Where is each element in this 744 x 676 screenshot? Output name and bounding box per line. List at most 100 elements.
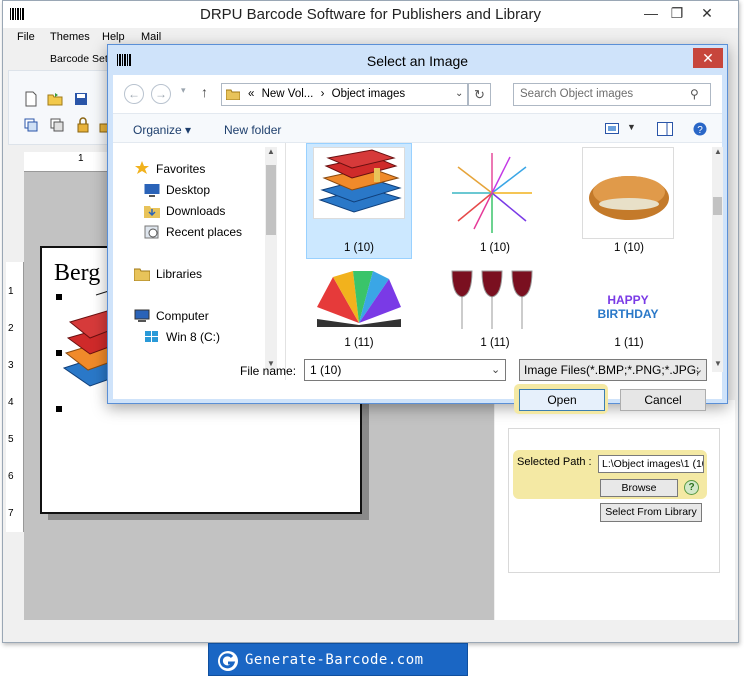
- browse-button[interactable]: Browse: [600, 479, 678, 497]
- open-button[interactable]: Open: [519, 389, 605, 411]
- maximize-button[interactable]: ❐: [663, 3, 691, 23]
- nav-scroll-thumb[interactable]: [266, 165, 276, 235]
- nav-libraries[interactable]: Libraries: [156, 267, 202, 281]
- file-thumbnail[interactable]: [446, 147, 538, 239]
- chevron-down-icon[interactable]: ⌄: [455, 88, 463, 99]
- chevron-down-icon[interactable]: ⌄: [491, 363, 500, 376]
- footer-text: Generate-Barcode.com: [245, 652, 424, 668]
- file-label[interactable]: 1 (10): [443, 242, 547, 254]
- search-icon[interactable]: ⚲: [690, 87, 699, 101]
- copy-icon[interactable]: [23, 117, 39, 133]
- organize-button[interactable]: Organize ▾: [133, 123, 191, 137]
- ruler-mark: 4: [8, 397, 14, 408]
- file-label[interactable]: 1 (10): [307, 242, 411, 254]
- preview-pane-icon[interactable]: [657, 122, 673, 136]
- refresh-icon[interactable]: ↻: [468, 83, 491, 106]
- file-scroll-thumb[interactable]: [713, 197, 722, 215]
- file-name-label: File name:: [240, 364, 297, 378]
- file-label[interactable]: 1 (11): [307, 337, 411, 349]
- file-thumbnail[interactable]: [582, 147, 674, 239]
- menu-help[interactable]: Help: [102, 31, 125, 43]
- chevron-down-icon[interactable]: ⌄: [694, 363, 703, 376]
- file-thumbnail[interactable]: [446, 265, 538, 335]
- star-icon: [135, 161, 149, 174]
- new-folder-button[interactable]: New folder: [224, 123, 281, 137]
- history-chevron-icon[interactable]: ▾: [181, 85, 186, 96]
- view-options-icon[interactable]: [605, 123, 619, 134]
- ruler-mark: 3: [8, 360, 14, 371]
- birthday-word: BIRTHDAY: [597, 307, 659, 321]
- file-label[interactable]: 1 (10): [577, 242, 681, 254]
- nav-recent-places[interactable]: Recent places: [166, 225, 242, 239]
- file-type-value: Image Files(*.BMP;*.PNG;*.JPG;: [524, 363, 700, 377]
- file-name-value: 1 (10): [310, 363, 342, 377]
- nav-win8-drive[interactable]: Win 8 (C:): [166, 330, 220, 344]
- file-label[interactable]: 1 (11): [577, 337, 681, 349]
- nav-favorites[interactable]: Favorites: [156, 162, 205, 176]
- file-type-select[interactable]: Image Files(*.BMP;*.PNG;*.JPG; ⌄: [519, 359, 707, 381]
- select-from-library-button[interactable]: Select From Library: [600, 503, 702, 522]
- desktop-icon: [144, 184, 160, 197]
- navigation-pane: Favorites Desktop Downloads Recent place…: [113, 143, 279, 380]
- nav-scrollbar[interactable]: ▲ ▼: [265, 147, 277, 372]
- search-input[interactable]: Search Object images ⚲: [513, 83, 711, 106]
- nav-computer[interactable]: Computer: [156, 309, 209, 323]
- back-arrow-icon[interactable]: ←: [124, 84, 144, 104]
- file-thumbnail[interactable]: HAPPY BIRTHDAY: [582, 289, 674, 333]
- file-name-input[interactable]: 1 (10) ⌄: [304, 359, 506, 381]
- horizontal-ruler: 1: [24, 152, 114, 172]
- croissant-sandwich-icon: [589, 176, 669, 220]
- generate-barcode-logo-icon: [218, 651, 238, 671]
- nav-desktop[interactable]: Desktop: [166, 183, 210, 197]
- ruler-mark: 1: [78, 153, 84, 164]
- computer-icon: [134, 309, 150, 322]
- menu-file[interactable]: File: [17, 31, 35, 43]
- wine-glasses-icon: [451, 270, 533, 329]
- new-file-icon[interactable]: [23, 91, 39, 107]
- dialog-body: ← → ▾ ↑ « New Vol... › Object images ⌄ ↻…: [113, 75, 723, 399]
- fireworks-icon: [452, 153, 532, 233]
- ruler-mark: 1: [8, 286, 14, 297]
- cancel-button[interactable]: Cancel: [620, 389, 706, 411]
- vertical-ruler: 1 2 3 4 5 6 7: [6, 262, 24, 532]
- file-thumbnail[interactable]: [313, 267, 405, 329]
- chevron-down-icon[interactable]: ▼: [627, 122, 636, 132]
- close-button[interactable]: ✕: [693, 3, 721, 23]
- address-path: « New Vol... › Object images: [248, 88, 405, 100]
- folder-icon: [226, 89, 240, 100]
- file-label[interactable]: 1 (11): [443, 337, 547, 349]
- file-thumbnail[interactable]: [313, 147, 405, 219]
- file-scrollbar[interactable]: ▲ ▼: [712, 147, 723, 372]
- save-icon[interactable]: [73, 91, 89, 107]
- menu-mail[interactable]: Mail: [141, 31, 161, 43]
- selected-path-label: Selected Path :: [517, 456, 592, 468]
- tab-barcode-settings[interactable]: Barcode Set: [50, 53, 108, 65]
- address-current[interactable]: Object images: [332, 88, 406, 100]
- layers-icon[interactable]: [49, 117, 65, 133]
- up-arrow-icon[interactable]: ↑: [201, 84, 208, 100]
- lock-icon[interactable]: [75, 117, 91, 133]
- toolbar: [8, 70, 113, 145]
- ruler-mark: 2: [8, 323, 14, 334]
- address-separator: ›: [320, 88, 325, 100]
- address-bar[interactable]: « New Vol... › Object images ⌄: [221, 83, 468, 106]
- selected-path-field[interactable]: L:\Object images\1 (10: [598, 455, 704, 473]
- libraries-icon: [134, 268, 150, 281]
- dialog-close-button[interactable]: ✕: [693, 48, 723, 68]
- address-prefix: «: [248, 88, 255, 100]
- forward-arrow-icon[interactable]: →: [151, 84, 171, 104]
- address-parent[interactable]: New Vol...: [262, 88, 314, 100]
- menu-themes[interactable]: Themes: [50, 31, 90, 43]
- books-stack-icon: [318, 149, 402, 213]
- label-title-text[interactable]: Berg: [54, 260, 100, 287]
- help-icon[interactable]: ?: [684, 480, 699, 495]
- ruler-mark: 5: [8, 434, 14, 445]
- minimize-button[interactable]: —: [637, 3, 665, 23]
- happy-birthday-icon: HAPPY BIRTHDAY: [582, 293, 674, 321]
- help-circle-icon[interactable]: ?: [693, 122, 707, 136]
- command-bar: Organize ▾ New folder ▼ ?: [113, 113, 722, 143]
- nav-downloads[interactable]: Downloads: [166, 204, 225, 218]
- app-title: DRPU Barcode Software for Publishers and…: [200, 6, 541, 23]
- open-folder-icon[interactable]: [47, 91, 63, 107]
- select-image-dialog: Select an Image ✕ ← → ▾ ↑ « New Vol... ›…: [107, 44, 728, 414]
